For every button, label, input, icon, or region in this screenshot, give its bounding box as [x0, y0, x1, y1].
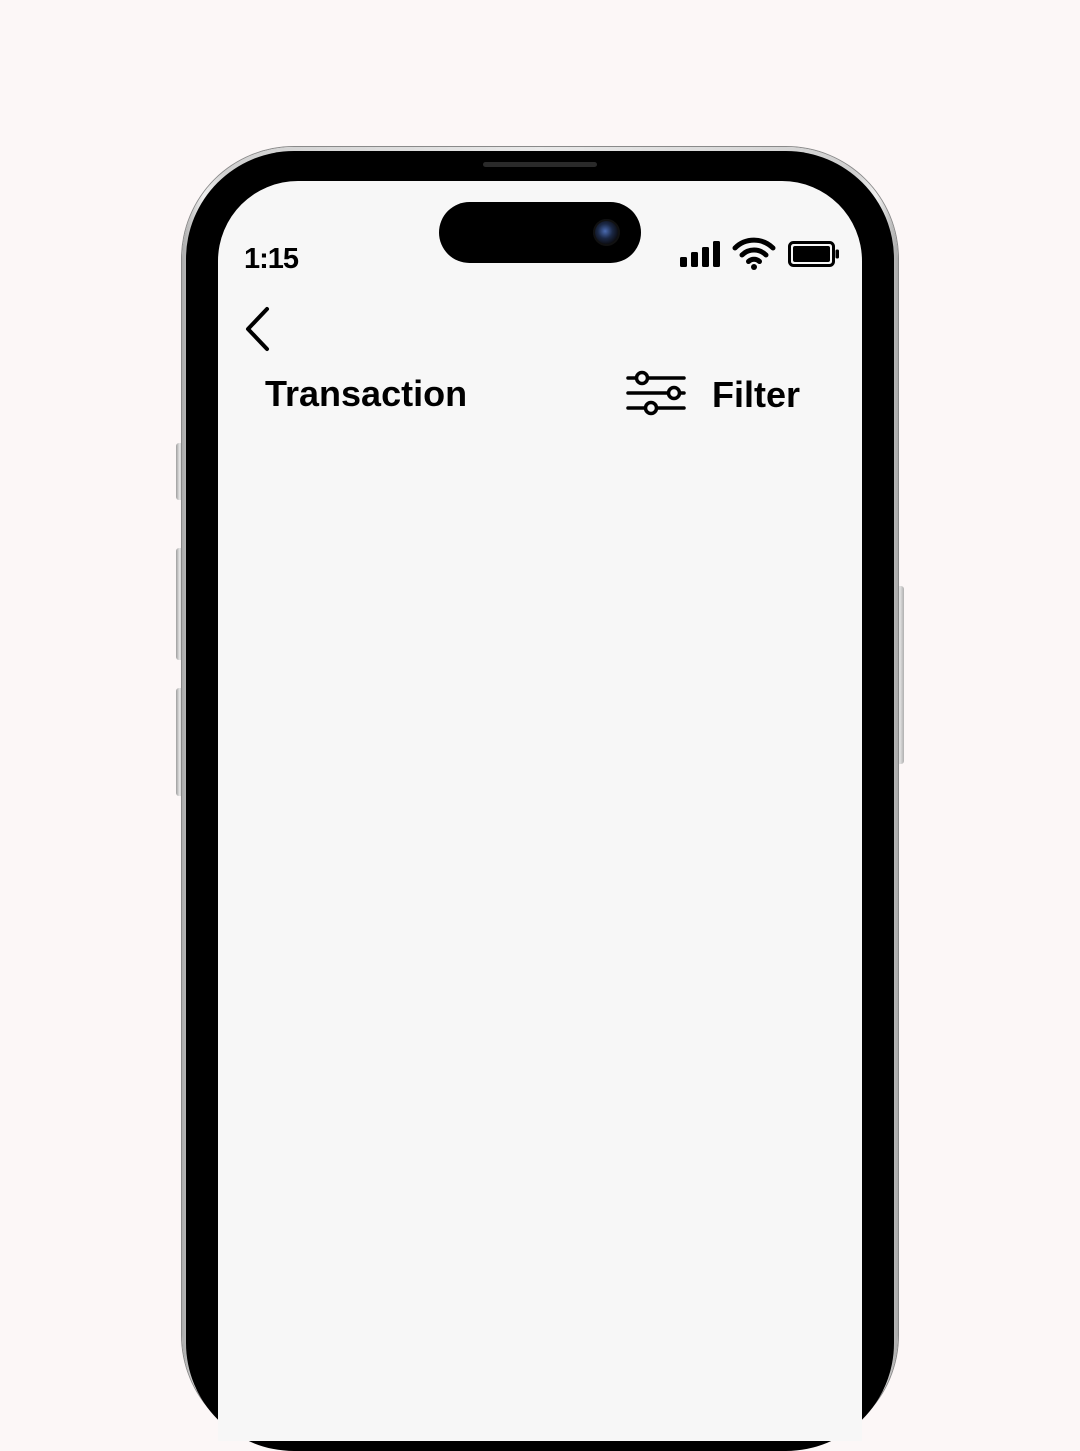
front-camera: [593, 219, 620, 246]
page-title: Transaction: [265, 373, 468, 414]
dynamic-island: [439, 202, 641, 263]
cellular-signal-icon: [680, 240, 720, 272]
filter-label: Filter: [712, 374, 801, 415]
sliders-icon: [626, 370, 686, 421]
status-time: 1:15: [244, 243, 299, 275]
chevron-left-icon: [243, 306, 273, 357]
wifi-icon: [732, 237, 776, 275]
battery-icon: [788, 240, 840, 272]
phone-screen: 1:15 Transaction Filter: [218, 181, 862, 1441]
earpiece-speaker: [483, 162, 597, 167]
filter-button[interactable]: Filter: [626, 369, 800, 421]
back-button[interactable]: [238, 305, 278, 357]
status-icons: [680, 237, 840, 275]
